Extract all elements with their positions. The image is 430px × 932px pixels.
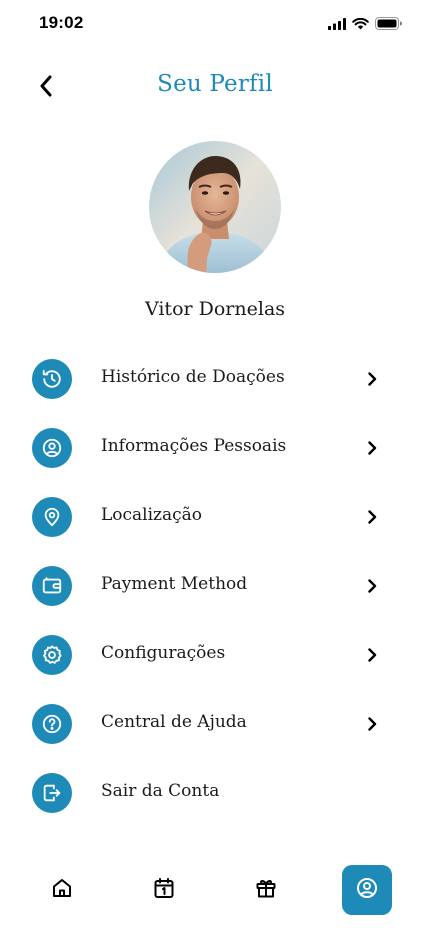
status-icons xyxy=(328,15,402,34)
menu-item-historico[interactable]: Histórico de Doações xyxy=(0,355,430,403)
menu-item-sair[interactable]: Sair da Conta xyxy=(0,769,430,817)
menu-item-configuracoes[interactable]: Configurações xyxy=(0,631,430,679)
menu-item-label: Informações Pessoais xyxy=(101,436,287,456)
menu-item-label: Configurações xyxy=(101,643,226,663)
nav-home[interactable] xyxy=(37,865,87,915)
chevron-right-icon xyxy=(362,576,382,596)
avatar xyxy=(149,141,281,273)
nav-calendar[interactable] xyxy=(139,865,189,915)
history-icon xyxy=(32,359,72,399)
settings-gear-icon xyxy=(32,635,72,675)
nav-gift[interactable] xyxy=(241,865,291,915)
status-time: 19:02 xyxy=(39,13,84,32)
location-pin-icon xyxy=(32,497,72,537)
page-title: Seu Perfil xyxy=(157,71,273,97)
menu-item-label: Payment Method xyxy=(101,574,248,594)
chevron-right-icon xyxy=(362,369,382,389)
wallet-icon xyxy=(32,566,72,606)
menu-item-label: Localização xyxy=(101,505,203,525)
menu-item-informacoes[interactable]: Informações Pessoais xyxy=(0,424,430,472)
bottom-nav xyxy=(0,862,430,918)
menu-item-label: Sair da Conta xyxy=(101,781,220,801)
menu-item-localizacao[interactable]: Localização xyxy=(0,493,430,541)
menu-item-label: Histórico de Doações xyxy=(101,367,285,387)
logout-icon xyxy=(32,773,72,813)
menu-item-payment[interactable]: Payment Method xyxy=(0,562,430,610)
user-name: Vitor Dornelas xyxy=(144,298,286,320)
chevron-right-icon xyxy=(362,714,382,734)
chevron-right-icon xyxy=(362,507,382,527)
status-bar: 19:02 xyxy=(0,0,430,48)
user-circle-icon xyxy=(32,428,72,468)
chevron-right-icon xyxy=(362,645,382,665)
header: Seu Perfil xyxy=(0,64,430,110)
chevron-right-icon xyxy=(362,438,382,458)
help-circle-icon xyxy=(32,704,72,744)
calendar-icon xyxy=(152,876,176,904)
gift-icon xyxy=(254,876,278,904)
wifi-icon xyxy=(352,15,369,34)
nav-profile[interactable] xyxy=(342,865,392,915)
menu-item-central-ajuda[interactable]: Central de Ajuda xyxy=(0,700,430,748)
battery-icon xyxy=(375,15,402,34)
menu-item-label: Central de Ajuda xyxy=(101,712,247,732)
profile-icon xyxy=(355,876,379,904)
home-icon xyxy=(50,876,74,904)
signal-icon xyxy=(328,15,346,34)
